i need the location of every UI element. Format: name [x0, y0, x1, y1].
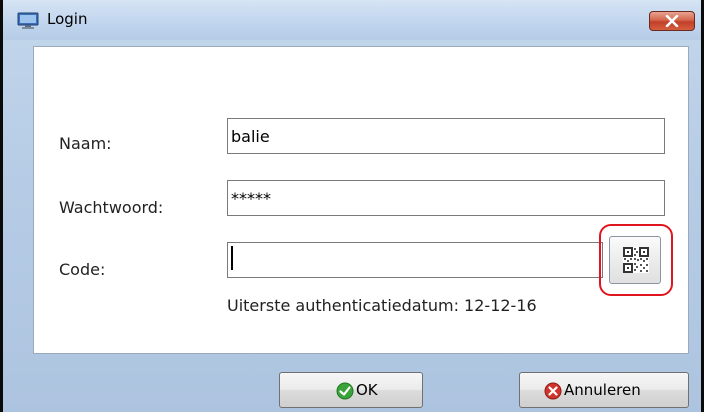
check-icon [336, 382, 354, 400]
close-icon [665, 15, 679, 27]
password-input[interactable] [227, 180, 665, 216]
code-label: Code: [59, 260, 106, 279]
ok-label: OK [356, 381, 378, 399]
name-label: Naam: [59, 134, 112, 153]
auth-expiry-text: Uiterste authenticatiedatum: 12-12-16 [227, 296, 537, 315]
monitor-icon [17, 12, 39, 30]
login-window: Login Naam: Wachtwoord: Code: [0, 0, 704, 412]
window-title: Login [47, 10, 88, 28]
code-input[interactable] [227, 242, 603, 278]
cancel-label: Annuleren [564, 381, 641, 399]
qr-scan-button[interactable] [609, 236, 661, 284]
text-caret [231, 246, 233, 270]
close-button[interactable] [649, 11, 695, 31]
qr-code-icon [623, 247, 649, 273]
title-bar[interactable]: Login [3, 0, 701, 40]
cancel-icon [544, 382, 562, 400]
ok-button[interactable]: OK [279, 372, 423, 408]
name-input[interactable] [227, 118, 665, 154]
cancel-button[interactable]: Annuleren [519, 372, 689, 408]
password-label: Wachtwoord: [59, 198, 164, 217]
